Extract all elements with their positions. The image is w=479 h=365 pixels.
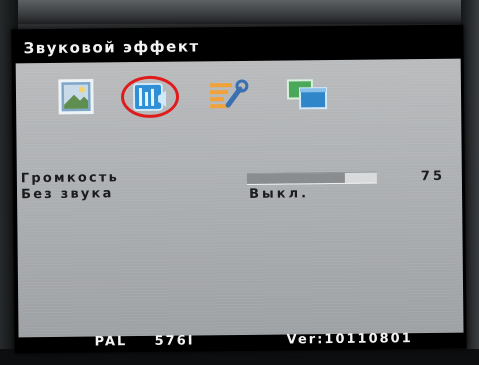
mute-value[interactable]: Выкл. (249, 186, 309, 202)
mute-label: Без звука (20, 186, 114, 203)
tab-setup[interactable] (206, 75, 249, 115)
resolution-label: 576I (154, 333, 195, 349)
signal-format: PAL (94, 334, 128, 350)
volume-value: 75 (420, 168, 446, 185)
volume-slider-fill (246, 172, 345, 184)
menu-tabs (56, 68, 357, 123)
menu-title: Звуковой эффект (23, 37, 200, 58)
tab-picture[interactable] (56, 76, 96, 116)
volume-label: Громкость (20, 170, 120, 187)
display-windows-icon (286, 79, 328, 110)
tab-display[interactable] (284, 74, 328, 114)
osd-menu: Звуковой эффект Громкость 75 Без звука В… (11, 24, 467, 354)
tab-audio[interactable] (120, 75, 180, 119)
volume-slider[interactable] (246, 171, 377, 185)
picture-icon (58, 79, 94, 115)
audio-equalizer-icon (132, 82, 167, 112)
monitor-bezel-top (0, 0, 479, 24)
setup-tools-icon (209, 79, 249, 109)
firmware-version: Ver:10110801 (286, 331, 413, 348)
menu-content-panel: Громкость 75 Без звука Выкл. (15, 58, 464, 338)
